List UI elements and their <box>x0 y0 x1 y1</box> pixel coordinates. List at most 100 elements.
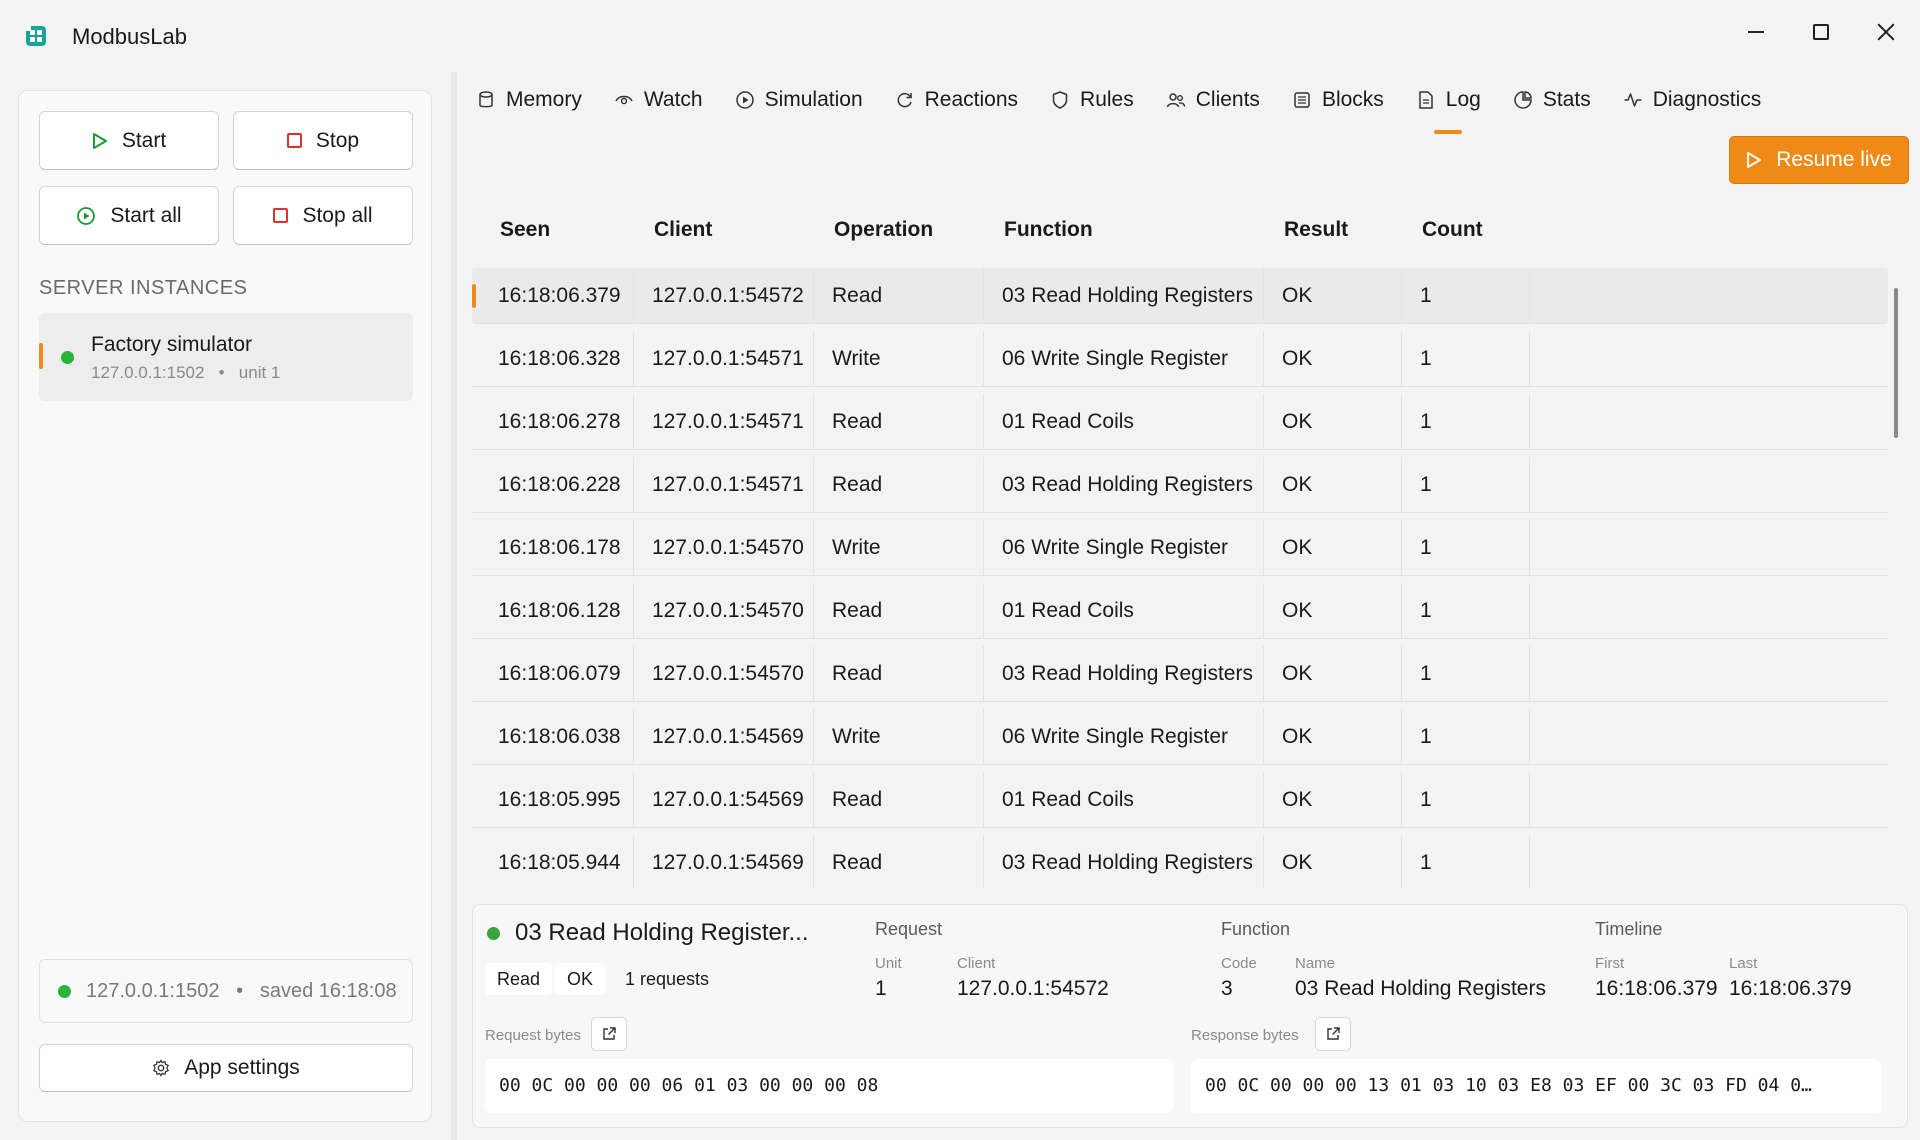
maximize-button[interactable] <box>1789 8 1853 56</box>
response-bytes-value: 00 0C 00 00 00 13 01 03 10 03 E8 03 EF 0… <box>1191 1059 1881 1113</box>
cell-function: 01 Read Coils <box>984 772 1264 828</box>
close-button[interactable] <box>1854 8 1918 56</box>
tab-stats[interactable]: Stats <box>1497 80 1607 120</box>
table-row[interactable]: 16:18:06.278 127.0.0.1:54571 Read 01 Rea… <box>472 394 1888 450</box>
table-row[interactable]: 16:18:06.128 127.0.0.1:54570 Read 01 Rea… <box>472 583 1888 639</box>
external-link-icon <box>1327 1027 1340 1040</box>
server-instance-item[interactable]: Factory simulator 127.0.0.1:1502 • unit … <box>39 313 413 401</box>
cell-result: OK <box>1264 520 1402 576</box>
cell-result: OK <box>1264 646 1402 702</box>
server-details: 127.0.0.1:1502 • unit 1 <box>91 363 280 383</box>
table-row[interactable]: 16:18:06.228 127.0.0.1:54571 Read 03 Rea… <box>472 457 1888 513</box>
tab-label: Rules <box>1080 88 1134 111</box>
cell-result: OK <box>1264 268 1402 324</box>
cell-result: OK <box>1264 394 1402 450</box>
column-header-count[interactable]: Count <box>1422 218 1483 242</box>
cell-count: 1 <box>1402 583 1530 639</box>
tab-label: Watch <box>643 88 703 111</box>
log-table-header: Seen Client Operation Function Result Co… <box>472 210 1890 260</box>
stop-all-button[interactable]: Stop all <box>233 186 413 245</box>
cell-client: 127.0.0.1:54571 <box>634 331 814 387</box>
stop-button[interactable]: Stop <box>233 111 413 170</box>
pulse-icon <box>1624 93 1642 107</box>
open-request-bytes-button[interactable] <box>591 1017 627 1051</box>
client-value: 127.0.0.1:54572 <box>957 977 1109 1000</box>
server-address: 127.0.0.1:1502 <box>91 363 205 382</box>
cell-operation: Read <box>814 268 984 324</box>
tab-label: Blocks <box>1321 88 1384 111</box>
minimize-button[interactable] <box>1724 8 1788 56</box>
status-saved: saved 16:18:08 <box>259 980 397 1002</box>
refresh-icon <box>897 92 912 108</box>
start-all-button[interactable]: Start all <box>39 186 219 245</box>
resume-live-button[interactable]: Resume live <box>1729 136 1909 184</box>
cell-client: 127.0.0.1:54569 <box>634 835 814 888</box>
cell-seen: 16:18:06.128 <box>480 583 634 639</box>
column-header-operation[interactable]: Operation <box>834 218 933 242</box>
minimize-icon <box>1748 31 1764 33</box>
app-settings-label: App settings <box>184 1056 300 1079</box>
table-scrollbar[interactable] <box>1894 288 1898 438</box>
table-row[interactable]: 16:18:05.995 127.0.0.1:54569 Read 01 Rea… <box>472 772 1888 828</box>
pane-splitter[interactable] <box>451 72 457 1140</box>
column-header-seen[interactable]: Seen <box>500 218 550 242</box>
tab-label: Memory <box>506 88 582 111</box>
cell-client: 127.0.0.1:54570 <box>634 583 814 639</box>
selection-indicator <box>472 284 476 308</box>
cell-result: OK <box>1264 457 1402 513</box>
cell-function: 03 Read Holding Registers <box>984 646 1264 702</box>
start-button[interactable]: Start <box>39 111 219 170</box>
table-row[interactable]: 16:18:06.379 127.0.0.1:54572 Read 03 Rea… <box>472 268 1888 324</box>
cell-function: 01 Read Coils <box>984 394 1264 450</box>
open-response-bytes-button[interactable] <box>1315 1017 1351 1051</box>
connection-status: 127.0.0.1:1502 • saved 16:18:08 <box>39 959 413 1023</box>
column-header-function[interactable]: Function <box>1004 218 1093 242</box>
table-row[interactable]: 16:18:06.079 127.0.0.1:54570 Read 03 Rea… <box>472 646 1888 702</box>
cell-seen: 16:18:06.379 <box>480 268 634 324</box>
app-settings-button[interactable]: App settings <box>39 1044 413 1092</box>
cell-seen: 16:18:06.328 <box>480 331 634 387</box>
cell-operation: Write <box>814 709 984 765</box>
cell-result: OK <box>1264 709 1402 765</box>
tab-label: Stats <box>1542 88 1591 111</box>
resume-live-label: Resume live <box>1776 148 1892 171</box>
cell-count: 1 <box>1402 835 1530 888</box>
table-row[interactable]: 16:18:06.328 127.0.0.1:54571 Write 06 Wr… <box>472 331 1888 387</box>
tab-clients[interactable]: Clients <box>1150 80 1276 120</box>
tab-label: Log <box>1445 88 1481 111</box>
code-label: Code <box>1221 955 1257 972</box>
cell-client: 127.0.0.1:54571 <box>634 457 814 513</box>
table-row[interactable]: 16:18:06.038 127.0.0.1:54569 Write 06 Wr… <box>472 709 1888 765</box>
cell-operation: Read <box>814 835 984 888</box>
tab-reactions[interactable]: Reactions <box>879 80 1034 120</box>
tab-watch[interactable]: Watch <box>598 80 719 120</box>
cell-operation: Write <box>814 331 984 387</box>
tab-label: Diagnostics <box>1652 88 1762 111</box>
client-label: Client <box>957 955 996 972</box>
first-label: First <box>1595 955 1625 972</box>
cell-result: OK <box>1264 331 1402 387</box>
users-icon <box>1166 93 1185 108</box>
table-row[interactable]: 16:18:05.944 127.0.0.1:54569 Read 03 Rea… <box>472 835 1888 888</box>
cell-count: 1 <box>1402 772 1530 828</box>
server-name: Factory simulator <box>91 333 253 356</box>
tab-simulation[interactable]: Simulation <box>719 80 879 120</box>
cell-client: 127.0.0.1:54571 <box>634 394 814 450</box>
cell-seen: 16:18:05.995 <box>480 772 634 828</box>
tab-diagnostics[interactable]: Diagnostics <box>1607 80 1778 120</box>
column-header-result[interactable]: Result <box>1284 218 1348 242</box>
column-header-client[interactable]: Client <box>654 218 712 242</box>
unit-label: Unit <box>875 955 902 972</box>
request-detail-panel: 03 Read Holding Register... Read OK 1 re… <box>472 904 1908 1128</box>
cell-seen: 16:18:06.079 <box>480 646 634 702</box>
tab-memory[interactable]: Memory <box>470 80 598 120</box>
code-value: 3 <box>1221 977 1233 1000</box>
tab-log[interactable]: Log <box>1400 80 1497 134</box>
response-bytes-label: Response bytes <box>1191 1027 1299 1044</box>
gear-icon <box>153 1059 170 1077</box>
app-logo-icon <box>26 26 46 46</box>
tab-rules[interactable]: Rules <box>1034 80 1150 120</box>
cell-result: OK <box>1264 835 1402 888</box>
table-row[interactable]: 16:18:06.178 127.0.0.1:54570 Write 06 Wr… <box>472 520 1888 576</box>
tab-blocks[interactable]: Blocks <box>1276 80 1400 120</box>
